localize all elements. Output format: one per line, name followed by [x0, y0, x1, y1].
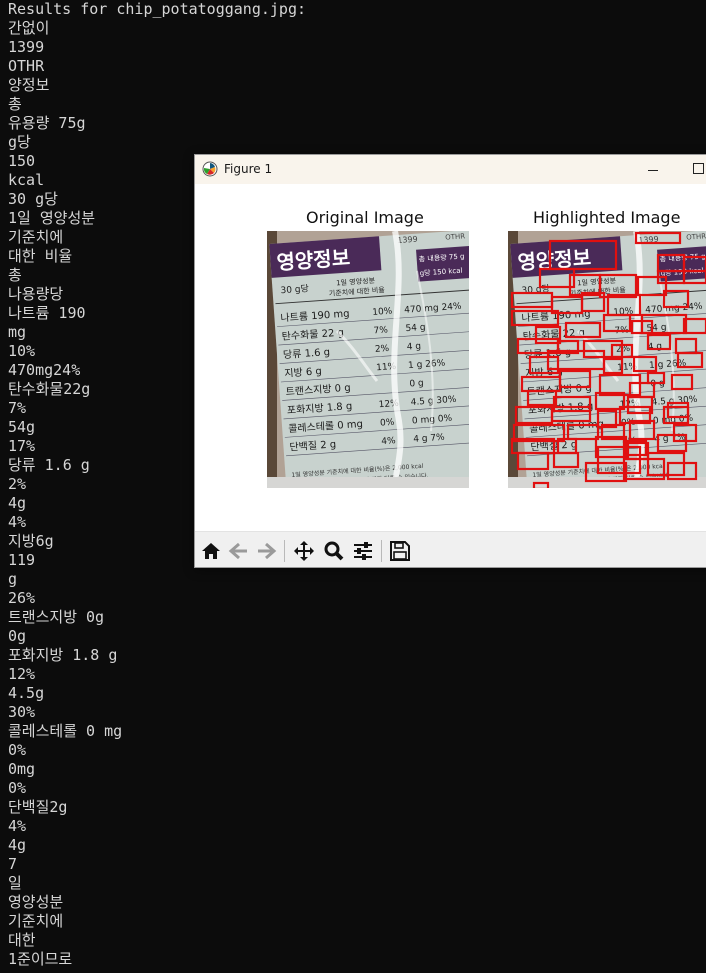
terminal-line: 30% — [8, 703, 36, 721]
terminal-line: 영양성분 — [8, 893, 64, 911]
minimize-button[interactable] — [647, 164, 659, 176]
save-button[interactable] — [388, 540, 412, 562]
label-top-text: OTHR — [686, 232, 706, 241]
label-row-pct: 7% — [373, 325, 388, 336]
label-serving-text: 30 g당 — [280, 283, 309, 296]
label-row-total: 4 g — [406, 342, 421, 353]
terminal-line: 7 — [8, 855, 18, 873]
terminal-line: 단백질2g — [8, 798, 68, 816]
original-image-title: Original Image — [306, 208, 424, 227]
pan-icon — [294, 541, 314, 561]
terminal-line: Results for chip_potatoggang.jpg: — [8, 0, 307, 18]
forward-button[interactable] — [254, 540, 278, 562]
terminal-line: 4g — [8, 836, 27, 854]
highlighted-photo-svg: 영양정보1399 OTHR총 내용량 75 gg당 150 kcal30 g당1일… — [508, 231, 706, 488]
terminal-line: 트랜스지방 0g — [8, 608, 105, 626]
terminal-line: 0% — [8, 741, 27, 759]
label-row-pct: 0% — [380, 418, 395, 429]
zoom-icon — [324, 541, 344, 561]
figure-canvas[interactable]: Original Image Highlighted Image 영양정보 139… — [195, 184, 706, 531]
label-top-text: OTHR — [445, 232, 466, 241]
toolbar-separator — [381, 540, 382, 562]
home-icon — [202, 543, 220, 559]
configure-subplots-button[interactable] — [351, 540, 375, 562]
terminal-line: 0mg — [8, 760, 36, 778]
back-arrow-icon — [228, 542, 247, 560]
terminal-line: 26% — [8, 589, 36, 607]
window-title: Figure 1 — [224, 162, 273, 176]
terminal-line: 포화지방 1.8 g — [8, 646, 118, 664]
terminal-line: 대한 — [8, 931, 36, 949]
maximize-button[interactable] — [693, 163, 704, 174]
navigation-toolbar — [195, 531, 706, 567]
terminal-line: 1준이므로 — [8, 950, 73, 968]
nutrition-label: 영양정보1399 OTHR총 내용량 75 gg당 150 kcal30 g당1일… — [269, 231, 469, 488]
forward-arrow-icon — [258, 542, 277, 560]
original-photo-svg: 영양정보1399 OTHR총 내용량 75 gg당 150 kcal30 g당1일… — [267, 231, 469, 488]
label-row-total: 0 g — [409, 379, 424, 390]
label-header-text: 영양정보 — [517, 245, 592, 274]
terminal-line: 1399 — [8, 38, 45, 56]
terminal-line: 간없이 — [8, 19, 50, 37]
terminal-line: 4.5g — [8, 684, 45, 702]
highlighted-image: 영양정보 1399 OTHR 총 내용량 75 g g당 150 kcal 30 g당 1일… — [508, 231, 706, 488]
terminal-line: 유용량 75g — [8, 114, 86, 132]
label-row-pct: 2% — [375, 344, 390, 355]
terminal-line: 총 — [8, 95, 22, 113]
terminal-line: 기준치에 — [8, 912, 64, 930]
matplotlib-icon — [202, 161, 218, 177]
label-top-text: 1399 — [397, 235, 418, 245]
terminal-line: 콜레스테롤 0 mg — [8, 722, 123, 740]
highlighted-image-title: Highlighted Image — [533, 208, 681, 227]
original-image: 영양정보 1399 OTHR 총 내용량 75 g g당 150 kcal 30 g당 1일… — [267, 231, 469, 488]
toolbar-separator — [284, 540, 285, 562]
terminal-line: 0g — [8, 627, 27, 645]
figure-window[interactable]: Figure 1 Original Image Highlighted Imag… — [194, 154, 706, 568]
label-row-total: 4 g — [647, 342, 662, 353]
terminal-line: g — [8, 570, 18, 588]
terminal-line: 4% — [8, 817, 27, 835]
label-row-pct: 4% — [381, 436, 396, 447]
label-serving-text: 30 g당 — [521, 283, 550, 296]
label-row-total: 54 g — [405, 323, 426, 334]
zoom-button[interactable] — [322, 540, 346, 562]
save-icon — [390, 541, 410, 561]
label-row-pct: 10% — [372, 307, 393, 318]
subplots-config-icon — [354, 542, 372, 560]
back-button[interactable] — [227, 540, 251, 562]
bag-bottom — [267, 477, 469, 488]
home-button[interactable] — [199, 540, 223, 562]
terminal-line: 양정보 — [8, 76, 50, 94]
terminal-line: g당 — [8, 133, 31, 151]
terminal-line: 0% — [8, 779, 27, 797]
terminal-line: 일 — [8, 874, 22, 892]
window-titlebar[interactable]: Figure 1 — [195, 155, 706, 184]
label-header-text: 영양정보 — [276, 245, 351, 274]
terminal-line: OTHR — [8, 57, 45, 75]
terminal-line: 12% — [8, 665, 36, 683]
pan-button[interactable] — [292, 540, 316, 562]
